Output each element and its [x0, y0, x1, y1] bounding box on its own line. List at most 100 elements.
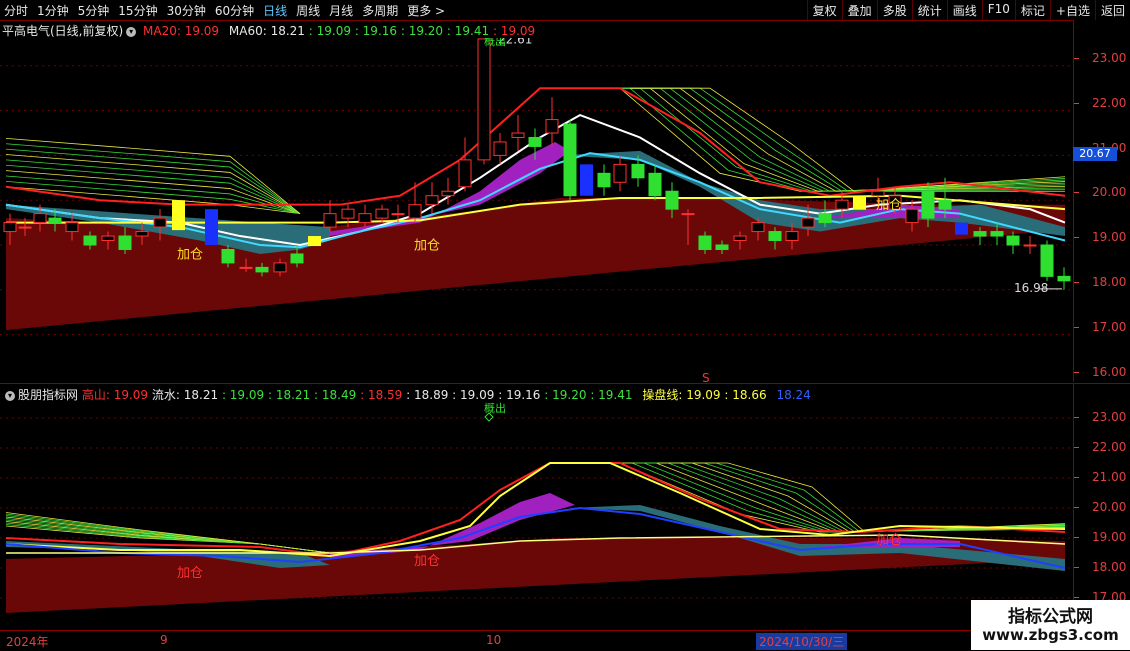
toolbar-button-1[interactable]: 叠加 — [841, 0, 877, 20]
period-tab-9[interactable]: 多周期 — [362, 2, 398, 19]
toolbar-button-3[interactable]: 统计 — [911, 0, 947, 20]
add-position-label: 加仓 — [414, 554, 440, 569]
candle-body — [101, 235, 115, 242]
candle-body — [83, 235, 97, 246]
indicator-title: 股朋指标网 — [18, 388, 79, 402]
candle-body — [648, 172, 662, 197]
blue-value: 18.24 — [776, 388, 811, 402]
axis-tick: 16.00 — [1073, 364, 1127, 379]
period-tab-0[interactable]: 分时 — [4, 2, 28, 19]
date-label-sep: 9 — [160, 633, 168, 647]
sub-value-3: : 18.49 — [314, 388, 357, 402]
candle-body — [733, 235, 747, 242]
site-watermark: 指标公式网 www.zbgs3.com — [971, 600, 1130, 650]
period-tab-10[interactable]: 更多 > — [407, 2, 445, 19]
candle-body — [221, 248, 235, 264]
action-buttons: 复权 叠加 多股 统计 画线 F10 标记 +自选 返回 — [806, 0, 1130, 20]
candle-body — [785, 231, 799, 242]
axis-tick: 19.00 — [1073, 230, 1127, 245]
candle-body — [341, 208, 355, 219]
sub-value-9: : 19.41 — [590, 388, 633, 402]
add-position-label: 加仓 — [414, 238, 440, 253]
signal-yellow-box — [308, 236, 321, 247]
period-tab-8[interactable]: 月线 — [329, 2, 353, 19]
candle-body — [938, 199, 952, 210]
candle-body — [1006, 235, 1020, 246]
candle-body — [511, 132, 525, 138]
sub-value-1: : 19.09 — [221, 388, 265, 402]
candle-body — [408, 204, 422, 219]
period-tab-7[interactable]: 周线 — [296, 2, 320, 19]
sub-value-2: : 18.21 — [267, 388, 311, 402]
date-axis: 2024年 9 10 2024/10/30/三 — [0, 630, 1073, 651]
ma-value-2: : 19.16 — [354, 24, 398, 38]
candle-body — [153, 217, 167, 228]
candle-body — [921, 190, 935, 219]
axis-tick: 18.00 — [1073, 560, 1127, 574]
axis-tick: 17.00 — [1073, 319, 1127, 334]
toolbar-button-8[interactable]: 返回 — [1094, 0, 1130, 20]
current-price-box: 20.67 — [1073, 147, 1117, 161]
watermark-title: 指标公式网 — [1008, 607, 1093, 627]
toolbar-button-2[interactable]: 多股 — [876, 0, 912, 20]
period-tab-3[interactable]: 15分钟 — [118, 2, 157, 19]
toolbar-button-5[interactable]: F10 — [981, 0, 1015, 20]
caopan-extra: : 18.66 — [724, 388, 767, 402]
signal-blue-box — [205, 209, 218, 245]
gaoshan-label: 高山: 19.09 — [81, 388, 149, 402]
settings-dot-icon[interactable]: ▾ — [126, 26, 137, 37]
candle-body — [375, 208, 389, 219]
candle-body — [18, 226, 32, 229]
watermark-url: www.zbgs3.com — [982, 626, 1119, 644]
candle-body — [1040, 244, 1054, 277]
candle-body — [905, 208, 919, 224]
period-tab-5[interactable]: 60分钟 — [215, 2, 254, 19]
candle-body — [1023, 244, 1037, 247]
toolbar-button-4[interactable]: 画线 — [946, 0, 982, 20]
signal-blue-box — [955, 222, 968, 235]
fan-line-right — [630, 87, 1066, 192]
date-label-year: 2024年 — [6, 635, 49, 649]
candle-body — [597, 172, 611, 188]
candle-body — [631, 163, 645, 179]
fan-line-left — [5, 164, 301, 215]
caopan-label: 操盘线: 19.09 — [642, 388, 721, 402]
indicator-svg: 概出加仓加仓加仓 — [0, 401, 1073, 613]
candle-body — [1057, 275, 1071, 282]
ma-value-5: : 19.09 — [492, 24, 536, 38]
axis-tick: 23.00 — [1073, 51, 1127, 65]
toolbar-button-0[interactable]: 复权 — [806, 0, 842, 20]
settings-dot-icon[interactable]: ▾ — [5, 390, 15, 401]
candle-body — [290, 253, 304, 264]
candle-body — [563, 123, 577, 197]
period-tab-2[interactable]: 5分钟 — [78, 2, 110, 19]
candle-body — [425, 195, 439, 206]
candle-body — [118, 235, 132, 250]
period-toolbar: 分时 1分钟 5分钟 15分钟 30分钟 60分钟 日线 周线 月线 多周期 更多 > 复权 叠加 多股… — [0, 0, 1130, 21]
candle-body — [458, 159, 472, 188]
candle-body — [391, 213, 405, 216]
add-position-label: 加仓 — [177, 566, 203, 581]
ma-value-4: : 19.41 — [446, 24, 490, 38]
candle-body — [3, 222, 17, 233]
candle-body — [801, 217, 815, 228]
period-tab-1[interactable]: 1分钟 — [37, 2, 69, 19]
candle-body — [835, 199, 849, 210]
toolbar-button-6[interactable]: 标记 — [1014, 0, 1050, 20]
candle-body — [698, 235, 712, 250]
main-price-chart[interactable]: 22.61 16.98 概出 加仓 加仓 加仓 S — [0, 20, 1073, 385]
selected-date: 2024/10/30/三 — [756, 633, 848, 650]
fan-line-right — [574, 462, 1066, 533]
candle-body — [871, 190, 885, 197]
s-mark-label: S — [702, 371, 710, 382]
period-tab-6[interactable]: 日线 — [263, 2, 287, 19]
axis-tick: 19.00 — [1073, 530, 1127, 544]
indicator-chart[interactable]: 概出 加仓 加仓 加仓 — [0, 401, 1073, 630]
candle-body — [493, 141, 507, 156]
candle-body — [973, 231, 987, 237]
axis-tick: 22.00 — [1073, 95, 1127, 110]
period-tab-4[interactable]: 30分钟 — [167, 2, 206, 19]
candle-body — [751, 222, 765, 233]
toolbar-button-7[interactable]: +自选 — [1049, 0, 1095, 20]
top-signal-label: 概出 — [484, 402, 506, 415]
